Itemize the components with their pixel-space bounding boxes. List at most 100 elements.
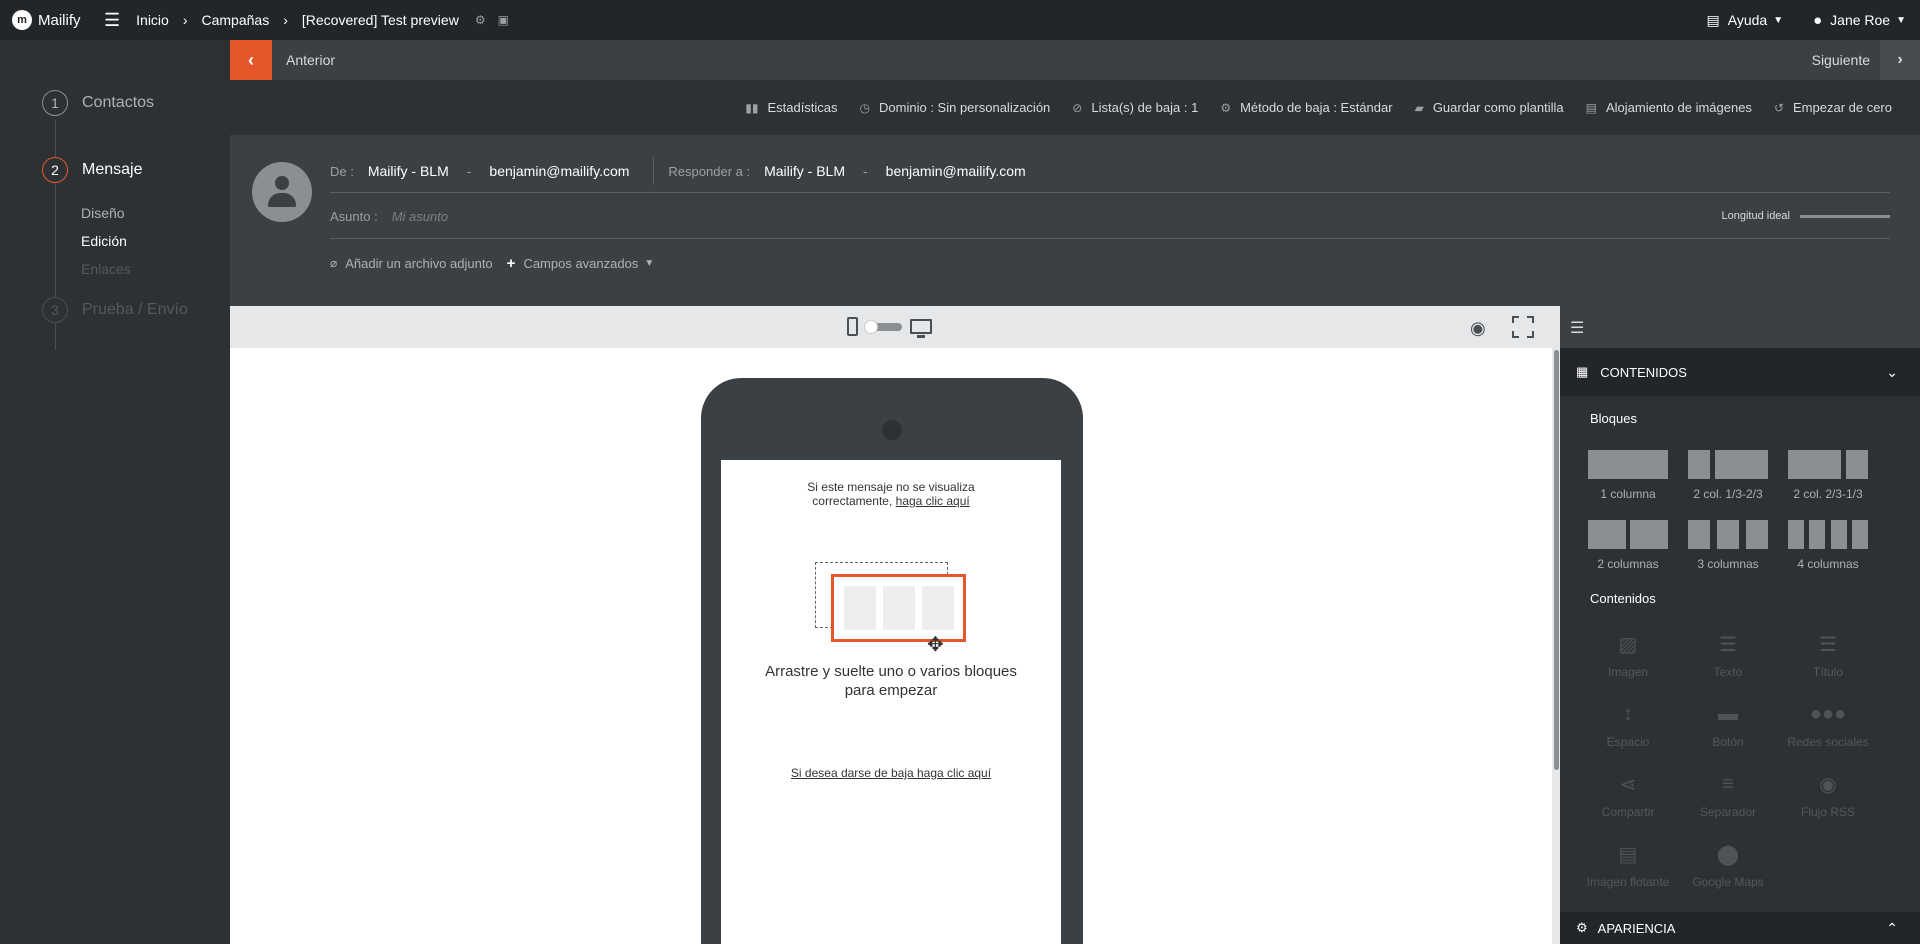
sender-row: De : Mailify - BLM - benjamin@mailify.co… [330,157,1890,185]
menu-icon[interactable]: ☰ [104,10,120,31]
content-label: Compartir [1601,805,1655,819]
contents-header[interactable]: ▦ CONTENIDOS ⌄ [1560,348,1920,396]
app-name: Mailify [38,11,81,29]
step-number: 2 [42,157,68,183]
save-icon[interactable]: ▣ [498,13,509,27]
block-preview [1588,520,1668,549]
breadcrumb-home[interactable]: Inicio [136,12,169,28]
canvas-scroll-thumb[interactable] [1554,350,1559,770]
column-placeholder [843,586,876,630]
message-toolbar: ▮▮ Estadísticas ◷ Dominio : Sin personal… [230,80,1920,135]
chevron-down-icon: ⌄ [1886,363,1898,380]
next-button[interactable]: › [1880,40,1920,80]
block-2-col-1-3-2-3[interactable]: 2 col. 1/3-2/3 [1688,450,1768,501]
panel-top-bar: ☰ [1560,306,1920,348]
text-icon: ☰ [1719,633,1737,656]
block-column [1846,450,1868,479]
domain-button[interactable]: ◷ Dominio : Sin personalización [860,100,1051,115]
view-online-link[interactable]: haga clic aquí [896,494,970,508]
unsub-lists-button[interactable]: ⊘ Lista(s) de baja : 1 [1072,100,1198,115]
space-icon: ↕ [1623,702,1633,725]
unsub-method-label: Método de baja : Estándar [1240,100,1393,115]
content-label: Google Maps [1692,875,1764,889]
phone-frame: Si este mensaje no se visualiza correcta… [701,378,1083,944]
mobile-icon[interactable] [847,317,858,336]
advanced-fields-button[interactable]: + Campos avanzados ▼ [507,255,655,272]
content-label: Redes sociales [1787,735,1869,749]
contents-section-title: Contenidos [1590,591,1656,606]
panel-toggle-icon[interactable]: ☰ [1570,318,1584,338]
device-switch[interactable] [864,319,902,334]
block-4-columns[interactable]: 4 columnas [1788,520,1868,571]
gear-icon[interactable]: ⚙ [475,13,486,27]
from-label: De : [330,163,354,179]
top-bar: m Mailify ☰ Inicio › Campañas › [Recover… [0,0,1920,40]
user-menu[interactable]: ● Jane Roe ▼ [1813,12,1906,29]
substep-design[interactable]: Diseño [81,205,125,221]
step-number: 1 [42,90,68,116]
content-google-maps: ⬤ Google Maps [1678,841,1778,890]
view-online-line2: correctamente, [812,494,893,508]
phone-camera [882,420,902,440]
divider [330,192,1890,193]
content-image: ▨ Imagen [1578,631,1678,680]
help-menu[interactable]: ▤ Ayuda ▼ [1707,12,1784,29]
block-preview [1688,520,1768,549]
phone-screen[interactable]: Si este mensaje no se visualiza correcta… [721,460,1061,944]
subject-label: Asunto : [330,208,378,224]
content-label: Imagen flotante [1586,875,1670,889]
image-icon: ▨ [1618,633,1638,656]
drop-illustration: ✥ [815,562,966,657]
from-name[interactable]: Mailify - BLM [368,163,449,179]
device-toggle[interactable] [847,317,932,338]
grid-icon: ▦ [1576,364,1589,379]
appearance-header[interactable]: ⚙ APARIENCIA ⌃ [1560,912,1920,944]
chevron-up-icon: ⌃ [1886,919,1898,936]
sender-avatar[interactable] [252,162,312,222]
save-template-button[interactable]: ▰ Guardar como plantilla [1415,100,1564,115]
previous-link[interactable]: Anterior [286,52,335,68]
next-link[interactable]: Siguiente [1812,52,1870,68]
attach-file-button[interactable]: ⌀ Añadir un archivo adjunto [330,256,493,271]
substep-edit[interactable]: Edición [81,233,127,249]
stats-label: Estadísticas [767,100,838,115]
block-2-col-2-3-1-3[interactable]: 2 col. 2/3-1/3 [1788,450,1868,501]
block-label: 2 col. 2/3-1/3 [1793,487,1863,501]
block-3-columns[interactable]: 3 columnas [1688,520,1768,571]
step-contacts[interactable]: 1 Contactos [42,90,154,116]
start-over-button[interactable]: ↺ Empezar de cero [1774,100,1892,115]
dragged-block [831,574,966,642]
step-label: Mensaje [82,161,143,178]
block-label: 2 col. 1/3-2/3 [1693,487,1763,501]
stats-button[interactable]: ▮▮ Estadísticas [745,100,837,115]
blocks-title: Bloques [1590,411,1637,426]
block-label: 2 columnas [1597,557,1659,571]
breadcrumb-campaigns[interactable]: Campañas [202,12,270,28]
reply-to-name[interactable]: Mailify - BLM [764,163,845,179]
reply-to-label: Responder a : [668,163,751,179]
block-icon: ⊘ [1072,100,1083,115]
step-message[interactable]: 2 Mensaje [42,157,142,183]
block-column [1688,520,1710,549]
block-2-columns[interactable]: 2 columnas [1588,520,1668,571]
steps-sidebar: 1 Contactos 2 Mensaje Diseño Edición Enl… [0,40,230,944]
unsub-method-button[interactable]: ⚙ Método de baja : Estándar [1220,100,1392,115]
reply-to-email[interactable]: benjamin@mailify.com [886,163,1026,179]
block-1-column[interactable]: 1 columna [1588,450,1668,501]
view-online-text: Si este mensaje no se visualiza correcta… [721,480,1061,508]
desktop-icon[interactable] [910,319,932,338]
from-email[interactable]: benjamin@mailify.com [489,163,629,179]
unsubscribe-link[interactable]: Si desea darse de baja haga clic aquí [791,766,991,780]
block-column [1851,520,1868,549]
back-button[interactable]: ‹ [230,40,272,80]
content-social: ●●● Redes sociales [1778,701,1878,750]
fullscreen-icon[interactable] [1512,316,1534,338]
subject-input[interactable]: Mi asunto [392,209,448,224]
block-column [1688,450,1710,479]
eye-icon[interactable]: ◉ [1470,318,1486,339]
image-hosting-button[interactable]: ▤ Alojamiento de imágenes [1586,100,1752,115]
email-canvas[interactable]: Si este mensaje no se visualiza correcta… [230,348,1560,944]
app-logo[interactable]: m Mailify [0,10,100,30]
fullscreen-corner [1512,331,1519,338]
block-preview [1588,450,1668,479]
